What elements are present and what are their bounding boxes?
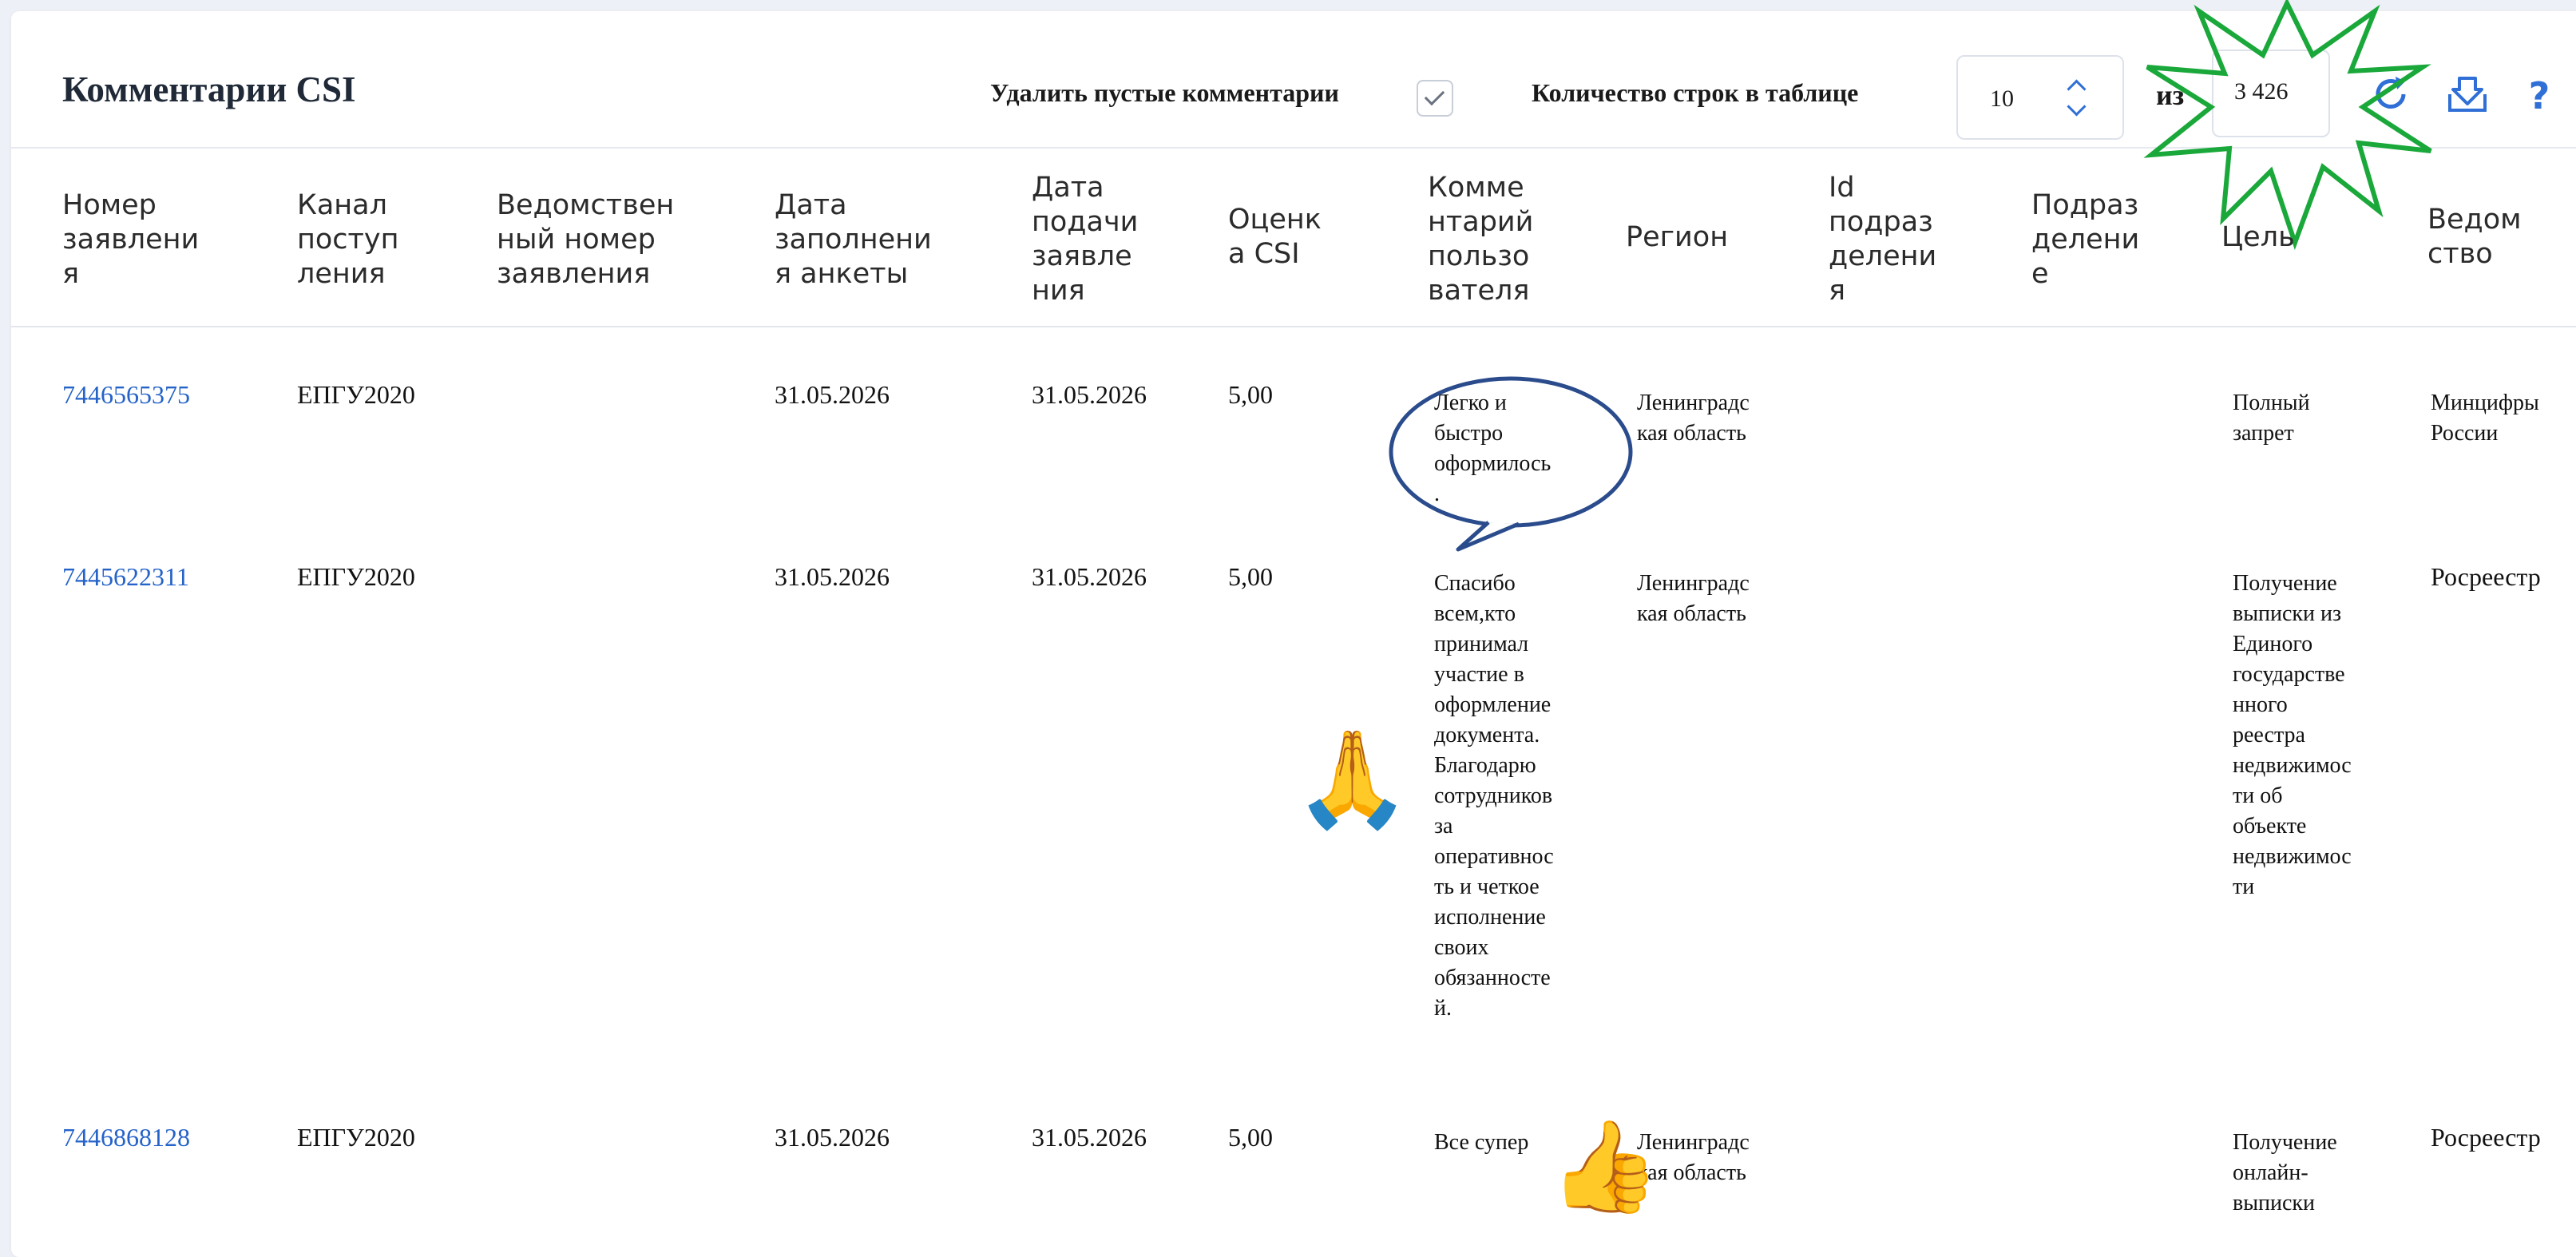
- rows-per-page-stepper[interactable]: 10: [1956, 55, 2124, 140]
- cell-channel: ЕПГУ2020: [297, 380, 415, 409]
- stepper-arrows-icon[interactable]: [2065, 76, 2089, 124]
- cell-channel: ЕПГУ2020: [297, 1123, 415, 1152]
- cell-comment: Спасибо всем,кто принимал участие в офор…: [1434, 571, 1554, 1021]
- download-icon[interactable]: [2443, 70, 2491, 118]
- speech-bubble-annotation: [1389, 376, 1633, 552]
- col-header-fill-date[interactable]: Дата заполнени я анкеты: [775, 188, 932, 291]
- col-header-label: Цель: [2221, 221, 2295, 253]
- col-header-label: Ведомствен ный номер заявления: [497, 189, 675, 290]
- panel-header: Комментарии CSI Удалить пустые комментар…: [11, 0, 2576, 251]
- col-header-submit-date[interactable]: Дата подачи заявле ния: [1032, 171, 1138, 308]
- col-header-comment[interactable]: Комме нтарий пользо вателя: [1428, 171, 1533, 308]
- col-header-label: Регион: [1626, 221, 1729, 253]
- cell-region: Ленинградс кая область: [1637, 571, 1750, 626]
- cell-region: Ленинградс кая область: [1637, 391, 1750, 446]
- col-header-label: Ведом ство: [2427, 204, 2522, 270]
- cell-csi: 5,00: [1228, 1123, 1273, 1152]
- csi-comments-panel: Комментарии CSI Удалить пустые комментар…: [11, 0, 2576, 1257]
- col-header-label: Номер заявлени я: [62, 189, 200, 290]
- cell-submit-date: 31.05.2026: [1032, 380, 1147, 409]
- delete-empty-label: Удалить пустые комментарии: [990, 78, 1339, 107]
- cell-agency: Минцифры России: [2431, 391, 2539, 446]
- rows-per-page-value: 10: [1990, 85, 2014, 112]
- col-header-number[interactable]: Номер заявлени я: [62, 188, 199, 291]
- delete-empty-checkbox[interactable]: [1417, 80, 1453, 117]
- col-header-channel[interactable]: Канал поступ ления: [297, 188, 399, 291]
- cell-fill-date: 31.05.2026: [775, 380, 890, 409]
- col-header-agency[interactable]: Ведом ство: [2427, 203, 2522, 272]
- rows-per-page-label: Количество строк в таблице: [1532, 78, 1859, 107]
- cell-goal: Получение выписки из Единого государстве…: [2233, 571, 2352, 899]
- cell-goal: Получение онлайн- выписки: [2233, 1130, 2337, 1215]
- col-header-dept-number[interactable]: Ведомствен ный номер заявления: [497, 188, 674, 291]
- cell-channel: ЕПГУ2020: [297, 562, 415, 591]
- col-header-label: Id подраз делени я: [1829, 172, 1937, 307]
- application-number-link[interactable]: 7446565375: [62, 379, 190, 410]
- col-header-label: Комме нтарий пользо вателя: [1428, 172, 1534, 307]
- col-header-region[interactable]: Регион: [1626, 220, 1728, 255]
- cell-agency: Росреестр: [2431, 1123, 2541, 1152]
- praying-hands-icon: 🙏: [1294, 728, 1411, 832]
- col-header-unit-id[interactable]: Id подраз делени я: [1829, 171, 1936, 308]
- thumbs-up-icon: 👍: [1549, 1118, 1661, 1217]
- application-number-link[interactable]: 7446868128: [62, 1121, 190, 1153]
- col-header-goal[interactable]: Цель: [2221, 220, 2295, 255]
- page-title: Комментарии CSI: [62, 69, 356, 109]
- col-header-csi[interactable]: Оценк а CSI: [1228, 203, 1322, 272]
- header-divider: [11, 326, 2576, 327]
- col-header-label: Канал поступ ления: [297, 189, 399, 290]
- col-header-label: Подраз делени е: [2031, 189, 2140, 290]
- application-number-link[interactable]: 7445622311: [62, 561, 189, 593]
- cell-csi: 5,00: [1228, 380, 1273, 409]
- cell-submit-date: 31.05.2026: [1032, 1123, 1147, 1152]
- cell-fill-date: 31.05.2026: [775, 1123, 890, 1152]
- chevron-up-icon[interactable]: [2067, 79, 2087, 99]
- cell-goal: Полный запрет: [2233, 391, 2310, 446]
- chevron-down-icon[interactable]: [2067, 97, 2087, 117]
- cell-csi: 5,00: [1228, 562, 1273, 591]
- col-header-label: Оценк а CSI: [1228, 204, 1322, 270]
- cell-comment: Все супер: [1434, 1130, 1529, 1155]
- col-header-label: Дата заполнени я анкеты: [775, 189, 932, 290]
- help-glyph: ?: [2529, 74, 2550, 117]
- col-header-label: Дата подачи заявле ния: [1032, 172, 1139, 307]
- cell-agency: Росреестр: [2431, 562, 2541, 591]
- help-icon[interactable]: ?: [2515, 70, 2563, 118]
- col-header-unit[interactable]: Подраз делени е: [2031, 188, 2139, 291]
- cell-submit-date: 31.05.2026: [1032, 562, 1147, 591]
- cell-fill-date: 31.05.2026: [775, 562, 890, 591]
